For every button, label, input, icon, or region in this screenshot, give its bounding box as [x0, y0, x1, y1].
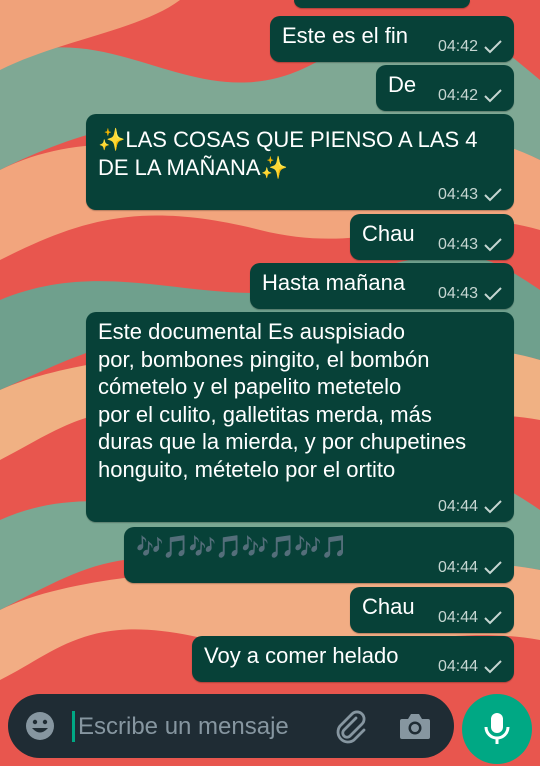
text-cursor	[72, 711, 75, 742]
single-check-icon	[484, 188, 502, 202]
chat-thread[interactable]: Este es el fin 04:42 De 04:42 ✨LAS COSAS…	[0, 0, 540, 690]
message-time: 04:44	[437, 559, 478, 576]
message-text: ✨LAS COSAS QUE PIENSO A LAS 4 DE LA MAÑA…	[98, 127, 478, 180]
message-time: 04:43	[437, 285, 478, 302]
message-time: 04:43	[437, 186, 478, 203]
message-meta: 04:44	[438, 498, 502, 516]
single-check-icon	[484, 40, 502, 54]
paperclip-icon[interactable]	[334, 710, 368, 744]
message-text: Este documental Es auspisiado por, bombo…	[98, 319, 467, 482]
message-input-bar: Escribe un mensaje	[8, 694, 454, 758]
single-check-icon	[484, 611, 502, 625]
message-meta: 04:44	[438, 559, 502, 577]
message-bubble[interactable]: De 04:42	[376, 65, 514, 111]
message-meta: 04:44	[438, 658, 502, 676]
message-bubble[interactable]: Chau 04:43	[350, 214, 514, 260]
message-bubble[interactable]: Este documental Es auspisiado por, bombo…	[86, 312, 514, 522]
message-time: 04:44	[437, 609, 478, 626]
message-time: 04:44	[437, 498, 478, 515]
single-check-icon	[484, 287, 502, 301]
message-meta: 04:43	[438, 186, 502, 204]
microphone-icon	[484, 713, 510, 744]
single-check-icon	[484, 89, 502, 103]
message-meta: 04:42	[438, 87, 502, 105]
message-time: 04:42	[437, 38, 478, 55]
message-bubble[interactable]: Voy a comer helado 04:44	[192, 636, 514, 682]
message-time: 04:42	[437, 87, 478, 104]
message-time: 04:44	[437, 658, 478, 675]
message-meta: 04:43	[438, 285, 502, 303]
message-bubble[interactable]: Hasta mañana 04:43	[250, 263, 514, 309]
voice-message-button[interactable]	[462, 694, 532, 764]
single-check-icon	[484, 500, 502, 514]
message-bubble[interactable]: Este es el fin 04:42	[270, 16, 514, 62]
message-bubble[interactable]	[294, 0, 470, 8]
single-check-icon	[484, 561, 502, 575]
message-meta: 04:43	[438, 236, 502, 254]
camera-icon[interactable]	[398, 711, 432, 741]
message-bubble[interactable]: Chau 04:44	[350, 587, 514, 633]
single-check-icon	[484, 238, 502, 252]
message-input[interactable]: Escribe un mensaje	[78, 713, 289, 741]
message-bubble[interactable]: ✨LAS COSAS QUE PIENSO A LAS 4 DE LA MAÑA…	[86, 114, 514, 210]
message-meta: 04:44	[438, 609, 502, 627]
message-text: 🎶🎵🎶🎵🎶🎵🎶🎵	[136, 534, 348, 559]
message-bubble[interactable]: 🎶🎵🎶🎵🎶🎵🎶🎵 04:44	[124, 527, 514, 583]
smiley-icon[interactable]	[24, 710, 56, 742]
single-check-icon	[484, 660, 502, 674]
message-meta: 04:42	[438, 38, 502, 56]
message-time: 04:43	[437, 236, 478, 253]
